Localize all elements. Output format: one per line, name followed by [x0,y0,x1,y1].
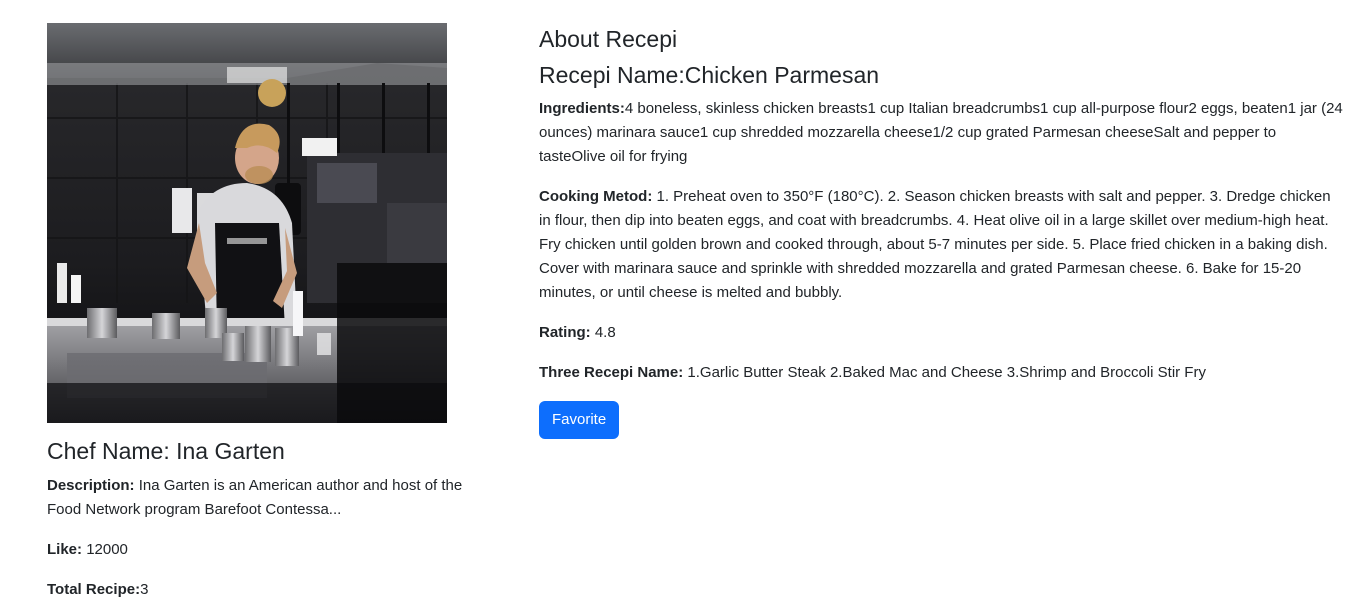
three-recipe-label: Three Recepi Name: [539,364,684,381]
chef-name-heading: Chef Name: Ina Garten [47,436,497,466]
recipe-name-label: Recepi Name: [539,62,685,88]
rating-label: Rating: [539,324,591,341]
rating-value: 4.8 [594,324,616,341]
favorite-button[interactable]: Favorite [539,401,620,439]
total-recipe-value: 3 [140,581,149,598]
recipe-method: Cooking Metod: 1. Preheat oven to 350°F … [539,185,1344,305]
three-recipe-value: 1.Garlic Butter Steak 2.Baked Mac and Ch… [687,364,1206,381]
chef-total-recipe: Total Recipe:3 [47,578,497,602]
ingredients-value: 4 boneless, skinless chicken breasts1 cu… [539,100,1343,165]
chef-name-value: Ina Garten [176,438,285,464]
total-recipe-label: Total Recipe: [47,581,141,598]
chef-name-label: Chef Name: [47,438,170,464]
likes-value: 12000 [86,541,128,558]
chef-card: Chef Name: Ina Garten Description: Ina G… [47,23,497,602]
recipe-three-names: Three Recepi Name: 1.Garlic Butter Steak… [539,361,1344,385]
method-value: 1. Preheat oven to 350°F (180°C). 2. Sea… [539,188,1331,301]
recipe-ingredients: Ingredients:4 boneless, skinless chicken… [539,97,1344,169]
description-label: Description: [47,477,135,494]
method-label: Cooking Metod: [539,188,653,205]
ingredients-label: Ingredients: [539,100,625,117]
recipe-name-heading: Recepi Name:Chicken Parmesan [539,59,1344,91]
recipe-name-value: Chicken Parmesan [684,62,880,88]
chef-detail-page: Chef Name: Ina Garten Description: Ina G… [0,0,1347,610]
chef-description: Description: Ina Garten is an American a… [47,474,497,522]
likes-label: Like: [47,541,83,558]
recipe-rating: Rating: 4.8 [539,321,1344,345]
chef-likes: Like: 12000 [47,538,497,562]
about-recipe-heading: About Recepi [539,26,678,52]
chef-photo [47,23,447,423]
recipe-details: About Recepi Recepi Name:Chicken Parmesa… [539,23,1344,439]
